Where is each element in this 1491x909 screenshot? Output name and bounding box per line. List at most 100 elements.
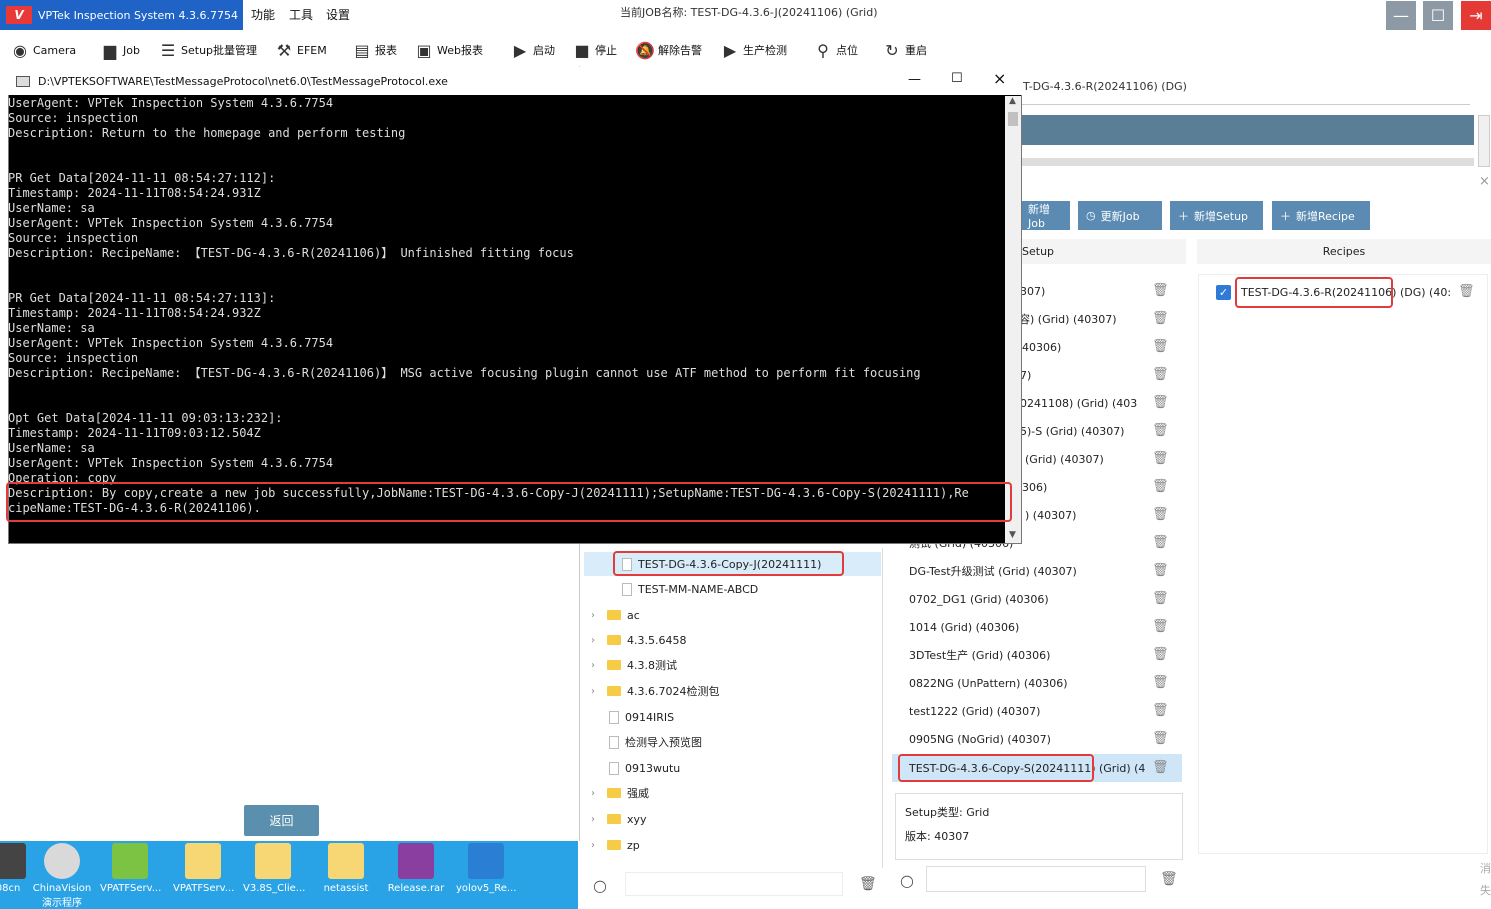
tree-item[interactable]: TEST-MM-NAME-ABCD <box>583 577 758 601</box>
tree-item[interactable]: › 4.3.6.7024检测包 <box>583 679 719 703</box>
folder-icon <box>185 843 221 879</box>
trash-icon[interactable]: 🗑 <box>1152 676 1169 690</box>
chevron-right-icon: › <box>591 813 595 825</box>
trash-icon[interactable]: 🗑 <box>1160 871 1178 887</box>
archive-icon <box>398 843 434 879</box>
console-line: Source: inspection <box>8 351 139 365</box>
tree-item[interactable]: 0913wutu <box>583 756 680 780</box>
list-item[interactable]: 0822NG (UnPattern) (40306) 🗑 <box>892 669 1188 697</box>
tree-item[interactable]: › 强威 <box>583 781 649 805</box>
back-button[interactable]: 返回 <box>244 805 319 836</box>
tree-item[interactable]: › xyy <box>583 807 647 831</box>
app-name: VPTek Inspection System 4.3.6.7754 <box>38 8 238 22</box>
close-icon[interactable]: × <box>1479 174 1490 189</box>
console-line: Source: inspection <box>8 231 139 245</box>
list-item[interactable]: 3DTest生产 (Grid) (40306) 🗑 <box>892 641 1188 669</box>
folder-icon <box>607 840 621 850</box>
trash-icon[interactable]: 🗑 <box>1152 508 1169 522</box>
list-item[interactable]: 0905NG (NoGrid) (40307) 🗑 <box>892 725 1188 753</box>
exit-button[interactable]: ⇥ <box>1461 1 1491 30</box>
search-icon: ○ <box>593 876 607 895</box>
console-line: UserName: sa <box>8 441 95 455</box>
close-icon[interactable]: × <box>993 69 1006 88</box>
scroll-down-icon[interactable]: ▼ <box>1009 530 1016 540</box>
minimize-button[interactable]: — <box>1386 1 1416 30</box>
menu-function[interactable]: 功能 <box>251 6 275 23</box>
chevron-right-icon: › <box>591 659 595 671</box>
trash-icon[interactable]: 🗑 <box>1152 452 1169 466</box>
tree-item[interactable]: 检测导入预览图 <box>583 730 702 754</box>
menu-tools[interactable]: 工具 <box>289 6 313 23</box>
tree-search-input[interactable] <box>625 872 843 896</box>
trash-icon[interactable]: 🗑 <box>1152 564 1169 578</box>
trash-icon[interactable]: 🗑 <box>1152 340 1169 354</box>
console-scrollbar[interactable]: ▲ ▼ <box>1005 96 1021 543</box>
list-item[interactable]: DG-Test升级测试 (Grid) (40307) 🗑 <box>892 557 1188 585</box>
trash-icon[interactable]: 🗑 <box>1152 536 1169 550</box>
update-job-button[interactable]: ◷ 更新Job <box>1078 201 1162 230</box>
toolbar-clear-alarm[interactable]: 🔕 解除告警 <box>635 36 702 64</box>
job-tree: TEST-DG-4.3.6-Copy-J(20241111) TEST-MM-N… <box>583 548 883 868</box>
scroll-up-icon[interactable]: ▲ <box>1009 96 1016 106</box>
trash-icon[interactable]: 🗑 <box>1152 312 1169 326</box>
stop-icon: ■ <box>574 40 590 60</box>
checkbox-checked-icon[interactable]: ✓ <box>1216 285 1231 300</box>
list-item[interactable]: test1222 (Grid) (40307) 🗑 <box>892 697 1188 725</box>
toolbar-setup-batch[interactable]: ☰ Setup批量管理 <box>158 36 257 64</box>
toolbar-production[interactable]: ▶ 生产检测 <box>720 36 787 64</box>
maximize-button[interactable]: ☐ <box>1423 1 1453 30</box>
toolbar-restart[interactable]: ↻ 重启 <box>882 36 927 64</box>
desktop-icon[interactable]: ChinaVision 演示程序 <box>32 843 92 909</box>
tree-item[interactable]: › zp <box>583 833 640 857</box>
toolbar-efem[interactable]: ⚒ EFEM <box>274 36 327 64</box>
folder-icon <box>607 814 621 824</box>
desktop-icon[interactable]: VPATFServ... <box>100 843 161 894</box>
folder-icon <box>607 660 621 670</box>
toolbar-start[interactable]: ▶ 启动 <box>510 36 555 64</box>
scroll-thumb[interactable] <box>1008 112 1018 126</box>
trash-icon[interactable]: 🗑 <box>1152 368 1169 382</box>
trash-icon[interactable]: 🗑 <box>1152 396 1169 410</box>
trash-icon[interactable]: 🗑 <box>1458 284 1475 299</box>
trash-icon[interactable]: 🗑 <box>859 876 877 892</box>
tree-item[interactable]: › 4.3.5.6458 <box>583 628 686 652</box>
toolbar-camera[interactable]: ◉ Camera <box>10 36 76 64</box>
trash-icon[interactable]: 🗑 <box>1152 284 1169 298</box>
setup-col-header: Setup <box>1020 239 1186 264</box>
toolbar-stop[interactable]: ■ 停止 <box>572 36 617 64</box>
trash-icon[interactable]: 🗑 <box>1152 732 1169 746</box>
desktop-icon[interactable]: V3.8S_Clie... <box>243 843 305 894</box>
desktop-icon[interactable]: Release.rar <box>386 843 446 894</box>
toolbar-report[interactable]: ▤ 报表 <box>352 36 397 64</box>
scrollbar[interactable] <box>1478 115 1490 167</box>
header-bar <box>1020 115 1474 145</box>
maximize-icon[interactable]: ☐ <box>951 71 963 86</box>
tree-item[interactable]: 0914IRIS <box>583 705 674 729</box>
add-recipe-button[interactable]: ＋新增Recipe <box>1272 201 1370 230</box>
trash-icon[interactable]: 🗑 <box>1152 424 1169 438</box>
console-output: UserAgent: VPTek Inspection System 4.3.6… <box>8 96 1004 544</box>
toolbar-web-report[interactable]: ▣ Web报表 <box>414 36 483 64</box>
add-job-button[interactable]: 新增Job <box>1020 201 1070 230</box>
plus-icon: ＋ <box>1280 209 1291 223</box>
minimize-icon[interactable]: — <box>908 72 921 87</box>
trash-icon[interactable]: 🗑 <box>1152 480 1169 494</box>
toolbar-point[interactable]: ⚲ 点位 <box>813 36 858 64</box>
tree-item[interactable]: › ac <box>583 603 640 627</box>
tree-item[interactable]: › 4.3.8测试 <box>583 653 677 677</box>
list-item[interactable]: 1014 (Grid) (40306) 🗑 <box>892 613 1188 641</box>
trash-icon[interactable]: 🗑 <box>1152 648 1169 662</box>
menu-settings[interactable]: 设置 <box>326 6 350 23</box>
trash-icon[interactable]: 🗑 <box>1152 592 1169 606</box>
desktop-icon[interactable]: yolov5_Re... <box>456 843 516 894</box>
setup-search-input[interactable] <box>926 866 1146 892</box>
trash-icon[interactable]: 🗑 <box>1152 620 1169 634</box>
location-icon: ⚲ <box>817 40 829 60</box>
trash-icon[interactable]: 🗑 <box>1152 704 1169 718</box>
toolbar-job[interactable]: ▆ Job <box>100 36 140 64</box>
list-item[interactable]: 0702_DG1 (Grid) (40306) 🗑 <box>892 585 1188 613</box>
add-setup-button[interactable]: ＋新增Setup <box>1170 201 1263 230</box>
trash-icon[interactable]: 🗑 <box>1152 761 1169 775</box>
desktop-icon[interactable]: netassist <box>316 843 376 894</box>
desktop-icon[interactable]: VPATFServ... <box>173 843 234 894</box>
